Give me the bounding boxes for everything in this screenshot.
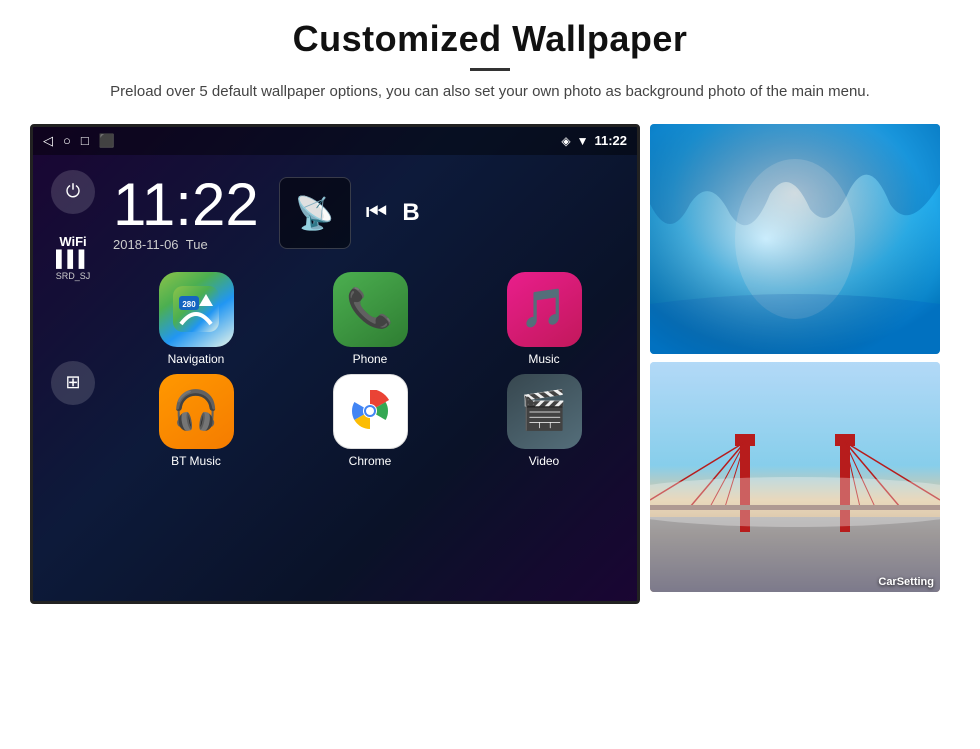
clock-time: 11:22 [113,175,259,235]
app-bt-music[interactable]: 🎧 BT Music [113,374,279,468]
navigation-label: Navigation [168,352,225,366]
phone-icon-bg: 📞 [333,272,408,347]
svg-text:280: 280 [182,300,196,309]
chrome-label: Chrome [349,454,392,468]
grid-icon: ⊞ [65,372,80,393]
radio-widget[interactable]: 📡 [279,177,351,249]
video-icon-bg: 🎬 [507,374,582,449]
bt-music-icon-bg: 🎧 [159,374,234,449]
video-icon: 🎬 [520,389,567,433]
apps-button[interactable]: ⊞ [51,361,95,405]
thumbnail-ice-cave[interactable] [650,124,940,354]
music-icon-bg: 🎵 [507,272,582,347]
main-area: ◁ ○ □ ⬛ ◈ ▼ 11:22 ⏻ WiFi ▌▌▌ SRD_ [0,114,980,614]
center-content: 11:22 2018-11-06 Tue 📡 ⏮ B [113,155,637,601]
ice-cave-image [650,124,940,354]
navigation-icon: 280 [159,272,234,347]
app-chrome[interactable]: Chrome [287,374,453,468]
clock-area: 11:22 2018-11-06 Tue 📡 ⏮ B [113,165,627,267]
thumbnail-bridge[interactable]: CarSetting [650,362,940,592]
wifi-info: WiFi ▌▌▌ SRD_SJ [56,234,91,281]
music-icon: 🎵 [520,287,567,331]
page-title: Customized Wallpaper [60,18,920,60]
app-grid: 280 Navigation 📞 P [113,267,627,473]
bt-music-label: BT Music [171,454,221,468]
location-icon: ◈ [561,134,570,148]
screenshot-icon[interactable]: ⬛ [99,133,115,149]
clock-widgets: 📡 ⏮ B [279,177,420,249]
wifi-label: WiFi [59,234,86,249]
wifi-status-icon: ▼ [577,134,589,148]
clock-date: 2018-11-06 Tue [113,237,208,252]
music-label: Music [528,352,559,366]
app-video[interactable]: 🎬 Video [461,374,627,468]
status-right: ◈ ▼ 11:22 [561,133,627,148]
power-icon: ⏻ [66,181,80,202]
car-setting-label: CarSetting [878,576,934,588]
page-subtitle: Preload over 5 default wallpaper options… [60,81,920,104]
chrome-icon [349,390,391,432]
bridge-image: CarSetting [650,362,940,592]
phone-label: Phone [353,352,388,366]
left-sidebar: ⏻ WiFi ▌▌▌ SRD_SJ ⊞ [33,155,113,601]
navigation-icon-bg: 280 [159,272,234,347]
app-phone[interactable]: 📞 Phone [287,272,453,366]
chrome-icon-bg [333,374,408,449]
status-bar: ◁ ○ □ ⬛ ◈ ▼ 11:22 [33,127,637,155]
right-thumbnails: CarSetting [650,124,940,592]
title-divider [470,68,510,71]
wifi-network-name: SRD_SJ [56,271,91,281]
app-music[interactable]: 🎵 Music [461,272,627,366]
recents-icon[interactable]: □ [81,133,89,148]
bluetooth-headphone-icon: 🎧 [172,389,219,433]
home-icon[interactable]: ○ [63,133,71,148]
clock-info: 11:22 2018-11-06 Tue [113,175,259,252]
app-navigation[interactable]: 280 Navigation [113,272,279,366]
page-header: Customized Wallpaper Preload over 5 defa… [0,0,980,114]
prev-track-icon[interactable]: ⏮ [366,199,388,227]
android-screen: ◁ ○ □ ⬛ ◈ ▼ 11:22 ⏻ WiFi ▌▌▌ SRD_ [30,124,640,604]
back-icon[interactable]: ◁ [43,133,53,149]
bluetooth-icon[interactable]: B [402,199,419,227]
screen-body: ⏻ WiFi ▌▌▌ SRD_SJ ⊞ 11:22 [33,155,637,601]
wifi-bars-icon: ▌▌▌ [56,251,90,269]
power-button[interactable]: ⏻ [51,170,95,214]
video-label: Video [529,454,559,468]
status-left: ◁ ○ □ ⬛ [43,133,115,149]
status-time: 11:22 [594,133,627,148]
radio-icon: 📡 [295,194,335,232]
phone-icon: 📞 [346,287,393,331]
